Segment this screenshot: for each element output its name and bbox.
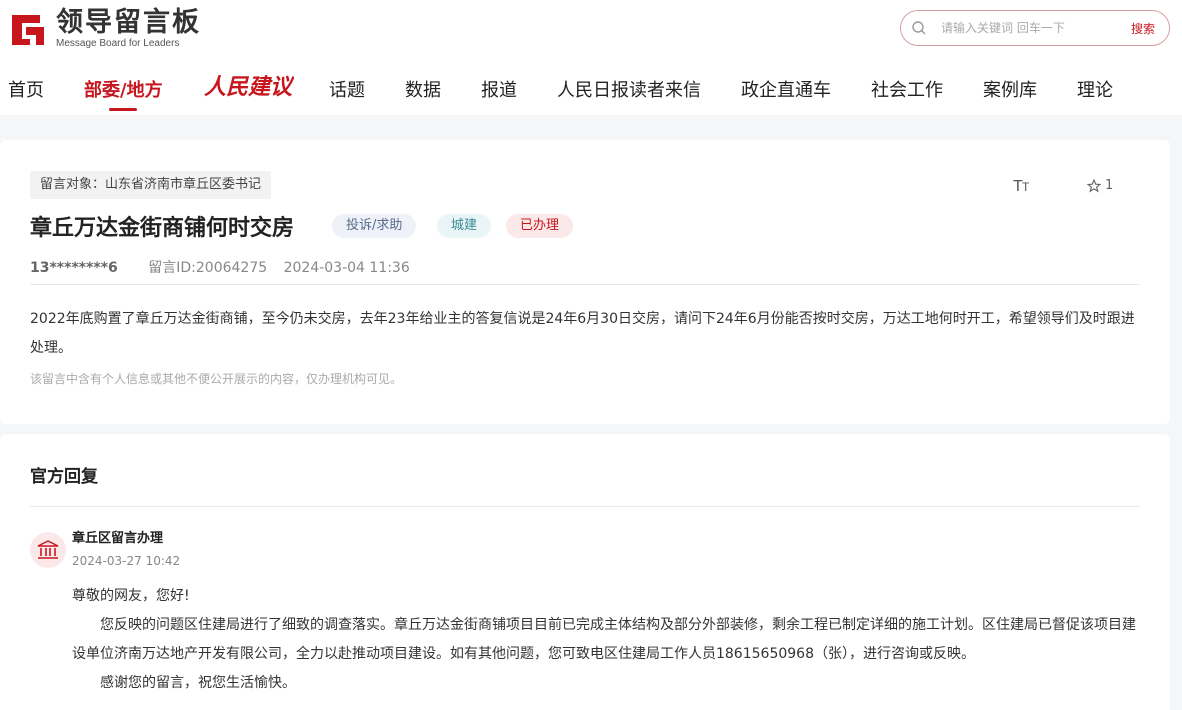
message-id: 留言ID:20064275: [148, 260, 268, 276]
message-title: 章丘万达金街商铺何时交房: [30, 216, 295, 241]
nav-item-theory[interactable]: 理论: [1077, 76, 1113, 102]
replier-info: 章丘区留言办理 2024-03-27 10:42: [30, 530, 180, 570]
site-header: 领导留言板 Message Board for Leaders 搜索 首页 部委…: [0, 0, 1182, 115]
message-user: 13********6: [30, 260, 118, 276]
nav-item-reports[interactable]: 报道: [481, 76, 517, 102]
favorite-count: 1: [1105, 178, 1114, 193]
favorite-button[interactable]: 1: [1087, 178, 1113, 193]
message-content: 2022年底购置了章丘万达金街商铺，至今仍未交房，去年23年给业主的答复信说是2…: [30, 311, 1135, 356]
nav-item-topics[interactable]: 话题: [329, 76, 365, 102]
message-target: 留言对象：山东省济南市章丘区委书记: [30, 171, 272, 199]
divider: [30, 284, 1140, 285]
nav-item-data[interactable]: 数据: [405, 76, 441, 102]
people-suggestions-logo-icon: 人民建议: [204, 74, 295, 100]
site-logo[interactable]: 领导留言板 Message Board for Leaders: [8, 8, 201, 50]
message-card: 留言对象：山东省济南市章丘区委书记 T T 1 章丘万达金街商铺何时交房 投诉/…: [0, 140, 1170, 424]
divider: [30, 506, 1140, 507]
privacy-note: 该留言中含有个人信息或其他不便公开展示的内容，仅办理机构可见。: [30, 372, 403, 386]
field-badge: 城建: [437, 214, 492, 238]
message-meta: 13********6 留言ID:20064275 2024-03-04 11:…: [30, 257, 410, 277]
reply-closing: 感谢您的留言，祝您生活愉快。: [100, 675, 296, 691]
people-suggestions-logo-text: 人民建议: [204, 74, 294, 100]
logo-title: 领导留言板: [56, 7, 201, 38]
font-size-icon: T T: [1013, 178, 1030, 195]
replier-name: 章丘区留言办理: [72, 531, 164, 546]
nav-item-ministries-local[interactable]: 部委/地方: [84, 76, 163, 102]
logo-mark-icon: [8, 9, 48, 49]
reply-section-title: 官方回复: [30, 467, 98, 487]
nav-item-people-suggestions[interactable]: 人民建议: [204, 72, 295, 106]
nav-item-social-work[interactable]: 社会工作: [871, 76, 943, 102]
reply-body: 尊敬的网友，您好! 您反映的问题区住建局进行了细致的调查落实。章丘万达金街商铺项…: [72, 582, 1142, 698]
star-icon: [1087, 178, 1101, 193]
government-building-icon: [37, 540, 59, 559]
logo-subtitle: Message Board for Leaders: [56, 38, 180, 49]
svg-text:T: T: [1022, 180, 1030, 194]
avatar: [30, 532, 66, 568]
reply-greeting: 尊敬的网友，您好!: [72, 588, 190, 604]
reply-time: 2024-03-27 10:42: [72, 554, 181, 568]
font-size-toggle[interactable]: T T: [1013, 176, 1033, 198]
nav-active-indicator: [109, 108, 137, 111]
search-button[interactable]: 搜索: [1131, 20, 1155, 37]
nav-item-readers-letters[interactable]: 人民日报读者来信: [557, 76, 701, 102]
main-nav: 首页 部委/地方 人民建议 话题 数据 报道 人民日报读者来信 政企直通车 社会…: [0, 72, 1182, 112]
search-icon: [912, 21, 926, 35]
nav-item-gov-enterprise[interactable]: 政企直通车: [741, 76, 831, 102]
search-input[interactable]: [941, 21, 1111, 35]
nav-item-case-library[interactable]: 案例库: [983, 76, 1037, 102]
reply-paragraph: 您反映的问题区住建局进行了细致的调查落实。章丘万达金街商铺项目目前已完成主体结构…: [72, 617, 1136, 662]
reply-card: 官方回复 章丘区留言办理 2024-03-27 10:42 尊敬的网友，您好! …: [0, 434, 1170, 710]
search-box: 搜索: [900, 10, 1170, 46]
category-badge: 投诉/求助: [332, 214, 417, 238]
nav-item-home[interactable]: 首页: [8, 76, 44, 102]
status-badge: 已办理: [506, 214, 574, 238]
message-date: 2024-03-04 11:36: [283, 260, 410, 276]
